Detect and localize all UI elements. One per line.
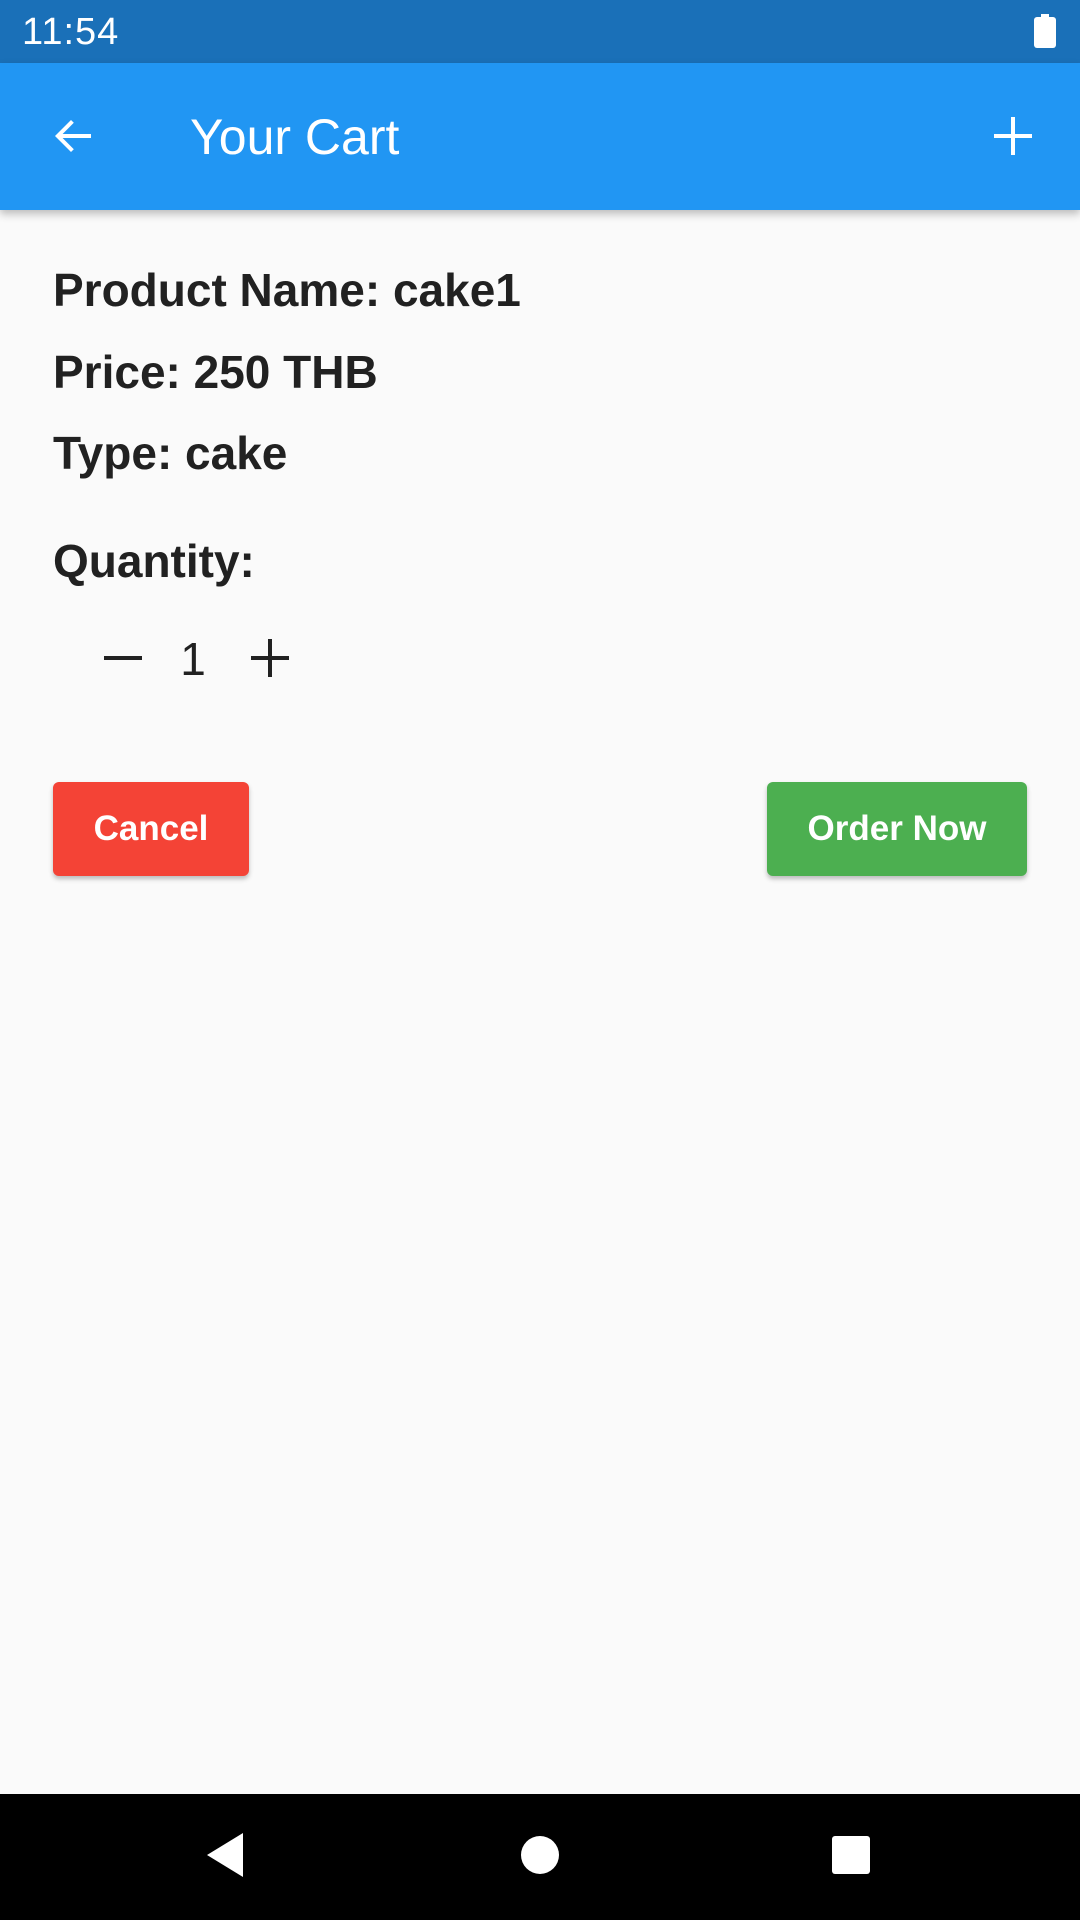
quantity-stepper: 1 xyxy=(53,615,353,705)
order-now-button[interactable]: Order Now xyxy=(767,782,1027,876)
nav-home-button[interactable] xyxy=(505,1822,575,1892)
cart-screen: 11:54 Your Cart Product Name: cake1 Pric… xyxy=(0,0,1080,1920)
increment-button[interactable] xyxy=(233,623,307,697)
battery-full-icon xyxy=(1034,14,1056,48)
plus-icon xyxy=(249,637,291,684)
app-bar: Your Cart xyxy=(0,63,1080,210)
quantity-label: Quantity: xyxy=(53,535,255,587)
nav-back-button[interactable] xyxy=(190,1822,260,1892)
product-name: Product Name: cake1 xyxy=(53,264,521,316)
status-time: 11:54 xyxy=(22,11,120,53)
nav-home-icon xyxy=(519,1834,561,1881)
back-button[interactable] xyxy=(38,103,108,173)
minus-icon xyxy=(102,637,144,684)
add-button[interactable] xyxy=(976,101,1050,175)
plus-icon xyxy=(990,113,1036,164)
product-price: Price: 250 THB xyxy=(53,346,378,398)
cancel-button[interactable]: Cancel xyxy=(53,782,249,876)
arrow-back-icon xyxy=(49,112,97,165)
system-nav-bar xyxy=(0,1794,1080,1920)
nav-back-icon xyxy=(203,1831,247,1884)
status-bar: 11:54 xyxy=(0,0,1080,63)
decrement-button[interactable] xyxy=(86,623,160,697)
nav-recents-icon xyxy=(830,1834,872,1881)
page-title: Your Cart xyxy=(190,109,400,165)
product-type: Type: cake xyxy=(53,427,288,479)
quantity-value: 1 xyxy=(180,633,206,685)
nav-recents-button[interactable] xyxy=(816,1822,886,1892)
